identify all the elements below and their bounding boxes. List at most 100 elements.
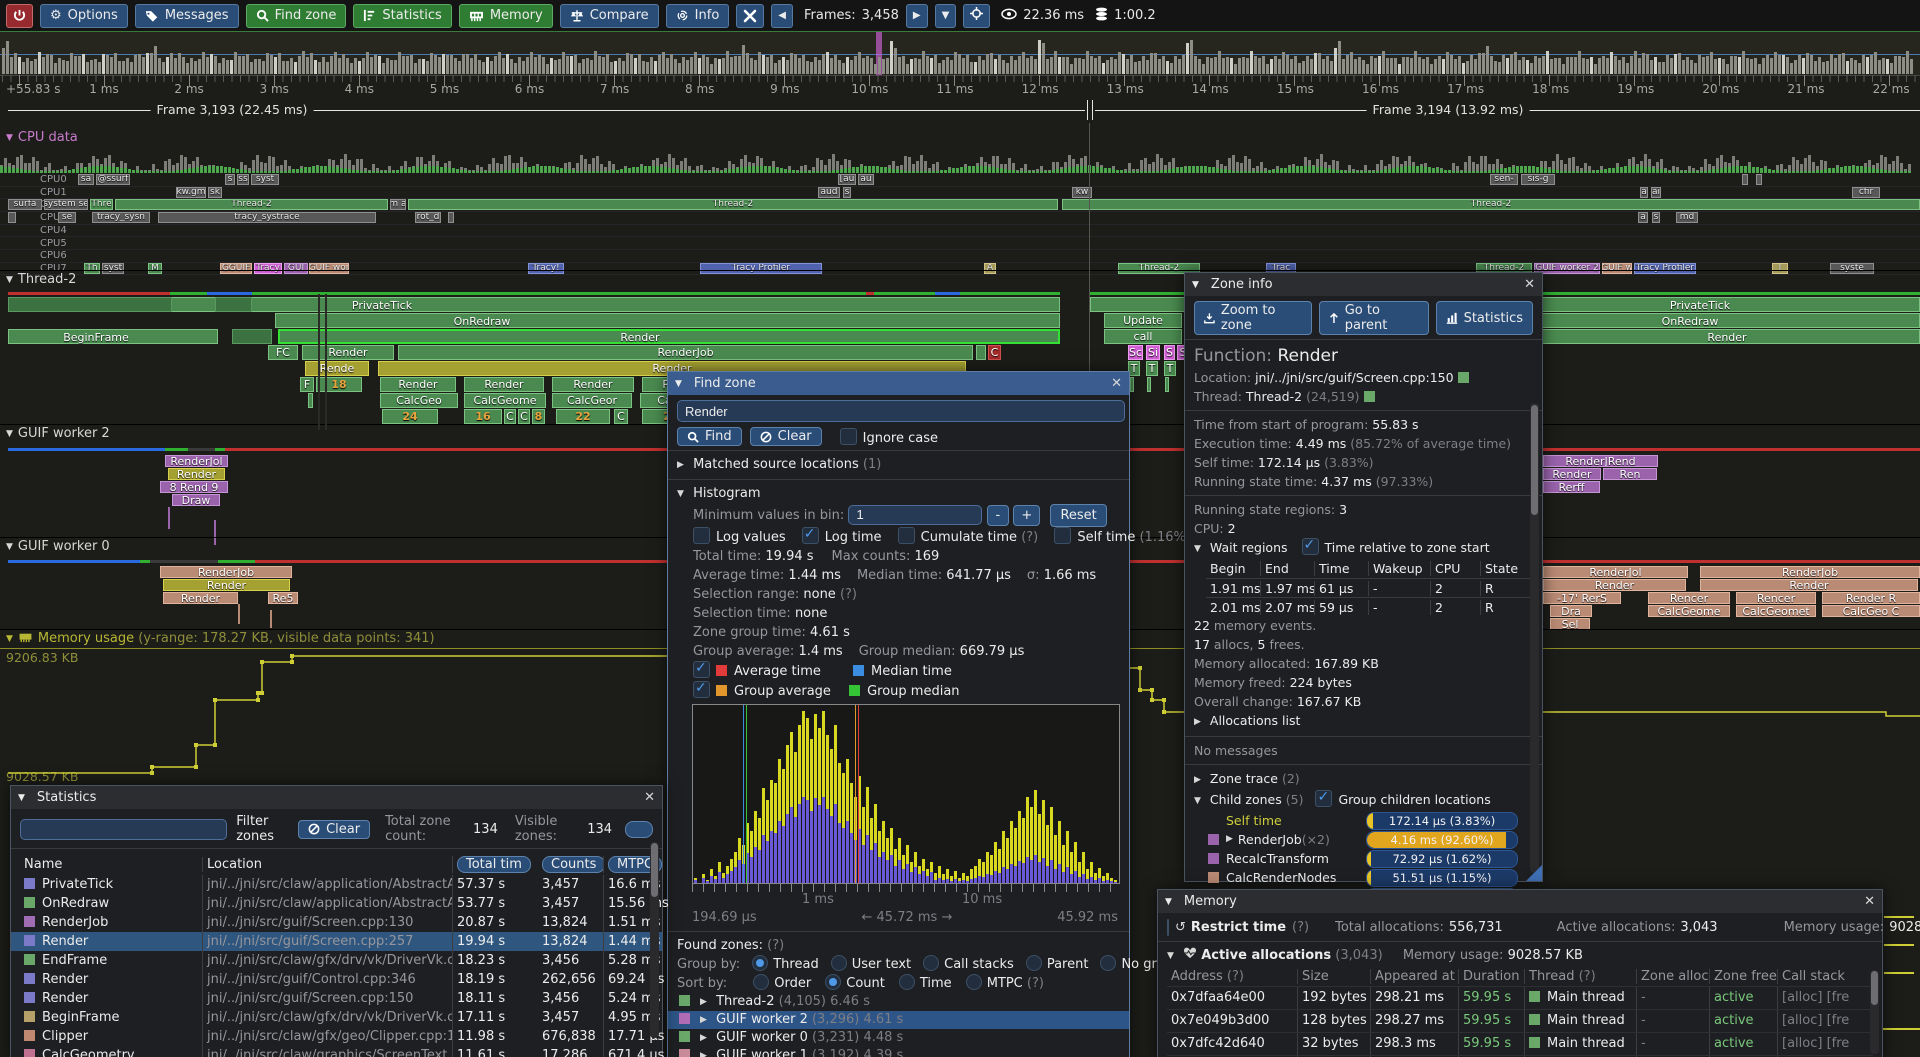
show-group-average-checkbox[interactable] — [693, 681, 710, 698]
collapse-caret-icon[interactable]: ▼ — [1165, 897, 1172, 907]
thread-color-swatch[interactable] — [1364, 391, 1375, 402]
close-icon[interactable]: ✕ — [1111, 376, 1122, 391]
timeline-zone[interactable]: Render — [168, 468, 225, 480]
collapse-caret-icon[interactable]: ▼ — [675, 379, 682, 389]
memory-scrollbar[interactable] — [1870, 970, 1879, 1054]
sort-by-count[interactable]: Count — [825, 976, 885, 991]
messages-button[interactable]: Messages — [135, 4, 239, 28]
cpu-zone[interactable]: s — [843, 187, 851, 198]
statistics-row[interactable]: Render jni/../jni/src/guif/Screen.cpp:15… — [11, 989, 662, 1008]
found-zone-row[interactable]: ▶ GUIF worker 2 (3,296) 4.61 s — [668, 1011, 1129, 1029]
memory-allocation-row[interactable]: 0x7dfaa64e00192 bytes298.21 ms 59.95 sMa… — [1167, 986, 1873, 1009]
cpu-zone[interactable] — [1756, 174, 1762, 185]
timeline-zone[interactable]: Render — [302, 345, 394, 360]
timeline-zone[interactable]: F — [300, 377, 314, 392]
prev-frame-button[interactable]: ◀ — [771, 4, 793, 28]
cpu-zone[interactable]: s — [1652, 212, 1660, 223]
frame-dropdown-button[interactable]: ▼ — [935, 4, 957, 28]
partial-column-button[interactable] — [625, 821, 653, 838]
thread-section-header[interactable]: ▼GUIF worker 0 — [6, 539, 110, 554]
time-relative-checkbox[interactable] — [1302, 538, 1319, 555]
timeline-zone[interactable]: 8 Rend 9 — [160, 481, 228, 493]
timeline-zone[interactable]: C — [518, 409, 530, 424]
cpu-zone[interactable]: sen- — [1490, 174, 1518, 185]
cpu-zone[interactable]: cfir — [1852, 187, 1880, 198]
reset-button[interactable]: Reset — [1050, 504, 1106, 527]
cpu-zone[interactable]: au — [858, 174, 874, 185]
cpu-zone[interactable]: s — [225, 174, 235, 185]
log-values-checkbox[interactable] — [693, 527, 710, 544]
find-button[interactable]: Find — [677, 427, 742, 446]
go-to-parent-button[interactable]: Go to parent — [1319, 301, 1429, 335]
timeline-zone[interactable]: -17' RerS — [1543, 592, 1621, 604]
timeline-zone[interactable] — [1147, 377, 1151, 392]
sort-counts-button[interactable]: Counts — [542, 856, 603, 873]
collapse-caret-icon[interactable]: ▼ — [1192, 280, 1199, 290]
timeline-zone[interactable]: Rende — [305, 361, 369, 376]
group-children-checkbox[interactable] — [1315, 790, 1332, 807]
timeline-zone[interactable]: Sc — [1128, 345, 1143, 360]
cpu-zone[interactable]: sis-g — [1521, 174, 1555, 185]
cumulate-time-checkbox[interactable] — [898, 527, 915, 544]
memory-usage-section-header[interactable]: ▼Memory usage (y-range: 178.27 KB, visib… — [6, 631, 435, 646]
group-by-user-text[interactable]: User text — [831, 957, 911, 972]
cpu-zone[interactable] — [8, 212, 16, 223]
collapse-caret-icon[interactable]: ▼ — [18, 793, 25, 803]
close-icon[interactable]: ✕ — [1864, 894, 1875, 909]
next-frame-button[interactable]: ▶ — [906, 4, 928, 28]
timeline-zone[interactable]: Render R — [1822, 592, 1920, 604]
cpu-zone[interactable]: A — [984, 263, 996, 274]
cpu-zone[interactable]: a — [1640, 187, 1648, 198]
cpu-zone[interactable]: aud — [818, 187, 840, 198]
timeline-zone[interactable] — [232, 329, 272, 344]
cpu-zone[interactable]: Th — [84, 263, 100, 274]
cpu-zone[interactable]: rot_d — [415, 212, 441, 223]
timeline-zone[interactable]: Si — [1146, 345, 1160, 360]
timeline-zone[interactable] — [215, 297, 252, 312]
timeline-zone[interactable]: Render — [1543, 468, 1601, 480]
child-zone-row[interactable]: ▶ RenderJob (×2)4.16 ms (92.60%) — [1194, 830, 1533, 849]
show-average-checkbox[interactable] — [693, 661, 710, 678]
frame-overview[interactable] — [0, 31, 1920, 76]
cpu-zone[interactable]: Thre — [90, 199, 113, 210]
cpu-zone[interactable]: syste — [1830, 263, 1874, 274]
group-by-parent[interactable]: Parent — [1026, 957, 1089, 972]
timeline-zone[interactable]: RenderJob — [160, 566, 292, 578]
allocations-list-section[interactable]: ▶ Allocations list — [1194, 711, 1533, 732]
timeline-zone[interactable]: Render — [1543, 579, 1686, 591]
timeline-zone[interactable] — [8, 297, 172, 312]
cpu-zone[interactable]: sk — [208, 187, 222, 198]
timeline-zone[interactable] — [278, 329, 1060, 344]
timeline-zone[interactable]: C — [614, 409, 628, 424]
timeline-zone[interactable]: Render — [163, 592, 238, 604]
cpu-zone[interactable]: M — [148, 263, 162, 274]
timeline-zone[interactable]: 16 — [464, 409, 502, 424]
timeline-zone[interactable]: Render — [163, 579, 290, 591]
time-ruler[interactable]: +55.83 s1 ms2 ms3 ms4 ms5 ms6 ms7 ms8 ms… — [0, 75, 1920, 98]
cpu-zone[interactable]: GGUIF — [220, 263, 252, 274]
zone-info-titlebar[interactable]: ▼ Zone info ✕ — [1185, 273, 1542, 296]
cpu-zone[interactable]: ss — [237, 174, 249, 185]
timeline-zone[interactable]: RenderJob — [398, 345, 973, 360]
timeline-zone[interactable] — [976, 345, 986, 360]
cpu-zone[interactable]: md — [1676, 212, 1698, 223]
timeline-zone[interactable]: Render — [464, 377, 544, 392]
child-zones-section[interactable]: ▼ Child zones (5) Group children locatio… — [1194, 790, 1533, 811]
timeline-zone[interactable]: Re5 — [268, 592, 298, 604]
timeline-zone[interactable]: CalcGeome — [1648, 605, 1730, 617]
cpu-zone[interactable]: tracy_sysn — [92, 212, 150, 223]
statistics-row[interactable]: Render jni/../jni/src/guif/Control.cpp:3… — [11, 970, 662, 989]
timeline-zone[interactable] — [8, 329, 218, 344]
cpu-zone[interactable]: @ssurf — [96, 174, 130, 185]
cpu-data-section-header[interactable]: ▼CPU data — [6, 130, 78, 145]
resize-handle[interactable] — [1526, 865, 1542, 881]
cpu-zone[interactable]: syst — [251, 174, 279, 185]
cpu-zone[interactable] — [448, 212, 454, 223]
close-icon[interactable]: ✕ — [644, 790, 655, 805]
thread-section-header[interactable]: ▼Thread-2 — [6, 272, 76, 287]
zone-search-input[interactable] — [677, 400, 1125, 422]
timeline-zone[interactable]: Dra — [1550, 605, 1592, 617]
cpu-zone[interactable]: Thread-2 — [408, 199, 1058, 210]
tools-button[interactable] — [736, 4, 764, 28]
timeline-zone[interactable]: CalcGeomet — [1736, 605, 1816, 617]
